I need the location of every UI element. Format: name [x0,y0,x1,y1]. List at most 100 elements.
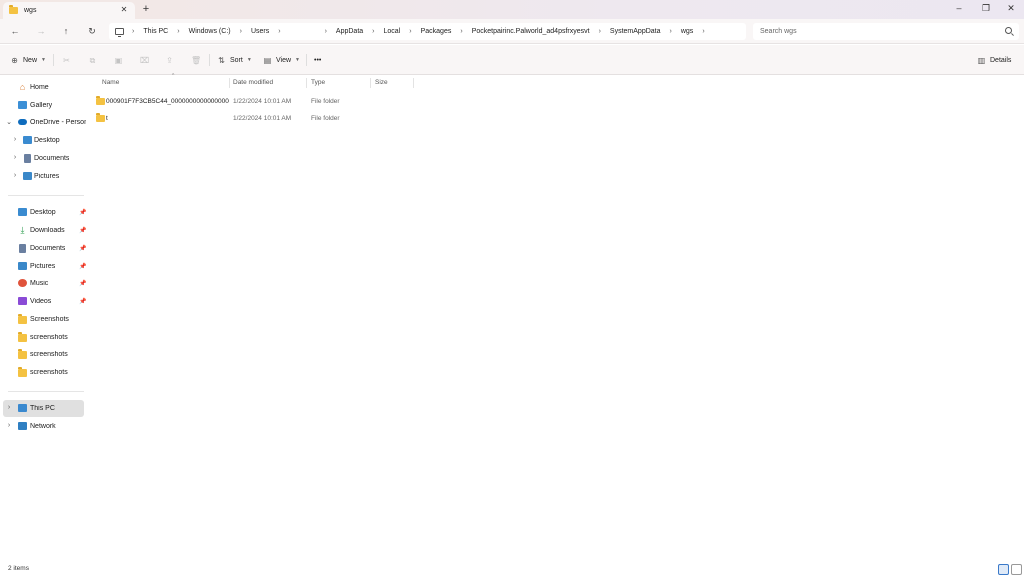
chevron-right-icon: › [177,28,180,35]
chevron-down-icon: ▼ [41,57,46,63]
column-header-name[interactable]: Name ^ [102,73,228,88]
forward-button[interactable]: → [34,24,48,38]
sidebar-item-label: Gallery [30,102,53,109]
sidebar-item-pictures[interactable]: Pictures 📌 [3,258,86,275]
close-window-button[interactable]: ✕ [1001,1,1021,15]
sidebar-item-gallery[interactable]: Gallery [3,97,84,114]
breadcrumb-local[interactable]: Local [384,28,401,35]
column-header-date-modified[interactable]: Date modified [233,76,305,88]
breadcrumb-systemappdata[interactable]: SystemAppData [610,28,661,35]
search-input[interactable]: Search wgs [760,28,797,35]
breadcrumb-users[interactable]: Users [251,28,269,35]
breadcrumb-appdata[interactable]: AppData [336,28,363,35]
search-box[interactable]: Search wgs [753,23,1019,40]
chevron-right-icon[interactable]: › [11,172,19,179]
sidebar-item-label: This PC [30,405,55,412]
delete-button[interactable]: 🗑 [191,53,204,67]
chevron-down-icon[interactable]: ⌄ [5,118,13,126]
tab-wgs[interactable]: wgs ✕ [3,2,135,19]
rename-button[interactable]: ⌧ [140,53,153,67]
new-button[interactable]: ⊕ New ▼ [10,53,46,67]
pin-icon[interactable]: 📌 [79,209,86,216]
details-pane-icon: ▥ [977,55,986,65]
toolbar-divider [209,54,210,66]
copy-icon: ⧉ [89,55,96,65]
column-divider[interactable] [413,78,414,88]
column-divider[interactable] [370,78,371,88]
sidebar-item-downloads[interactable]: ⤓ Downloads 📌 [3,222,87,239]
sort-button-label: Sort [230,56,243,64]
back-button[interactable]: ← [8,24,22,38]
chevron-right-icon: › [669,28,672,35]
sidebar-item-screenshots[interactable]: Screenshots [3,311,84,328]
close-tab-button[interactable]: ✕ [119,5,129,15]
details-pane-button[interactable]: ▥ Details [977,53,1012,67]
up-button[interactable]: ↑ [59,24,73,38]
sidebar-item-screenshots-4[interactable]: screenshots [3,364,84,381]
breadcrumb-windows-c[interactable]: Windows (C:) [189,28,231,35]
downloads-icon: ⤓ [20,225,25,235]
breadcrumb-palworld-package[interactable]: Pocketpairinc.Palworld_ad4psfrxyesvt [472,28,590,35]
sidebar-item-onedrive[interactable]: ⌄ OneDrive - Persona [3,114,86,131]
sort-button[interactable]: ⇅ Sort ▼ [217,53,252,67]
chevron-right-icon[interactable]: › [11,154,19,161]
sidebar-item-screenshots-2[interactable]: screenshots [3,329,84,346]
sidebar-item-onedrive-documents[interactable]: › Documents [3,150,84,167]
paste-button[interactable]: ▣ [114,53,127,67]
column-header-type[interactable]: Type [311,76,369,88]
table-row[interactable]: 000901F7F3CB5C44_000000000000000000... 1… [94,93,414,110]
column-header-label: Type [311,78,326,86]
pin-icon[interactable]: 📌 [79,263,86,270]
desktop-icon [18,208,27,216]
pin-icon[interactable]: 📌 [79,280,86,287]
breadcrumb-this-pc[interactable]: This PC [143,28,168,35]
chevron-right-icon[interactable]: › [5,422,13,429]
tiles-view-button[interactable] [1011,564,1022,575]
breadcrumb-packages[interactable]: Packages [421,28,452,35]
column-divider[interactable] [306,78,307,88]
sidebar-item-home[interactable]: ⌂ Home [3,79,84,96]
sidebar-item-onedrive-desktop[interactable]: › Desktop [3,132,84,149]
sidebar-item-network[interactable]: › Network [3,418,84,435]
chevron-right-icon: › [278,28,281,35]
home-icon: ⌂ [19,82,26,92]
cut-button[interactable]: ✂ [62,53,75,67]
sidebar-item-onedrive-pictures[interactable]: › Pictures [3,168,84,185]
sidebar-item-music[interactable]: Music 📌 [3,275,86,292]
file-name: 000901F7F3CB5C44_000000000000000000... [106,98,229,105]
chevron-right-icon: › [409,28,412,35]
navigation-bar: ← → ↑ ↻ › This PC › Windows (C:) › Users… [0,19,1024,44]
sidebar-item-label: Home [30,84,49,91]
chevron-right-icon: › [239,28,242,35]
pin-icon[interactable]: 📌 [79,298,86,305]
table-row[interactable]: t 1/22/2024 10:01 AM File folder [94,110,414,127]
sidebar-item-screenshots-3[interactable]: screenshots [3,346,84,363]
details-view-button[interactable] [998,564,1009,575]
chevron-right-icon[interactable]: › [5,404,13,411]
sidebar-item-desktop[interactable]: Desktop 📌 [3,204,86,221]
refresh-button[interactable]: ↻ [85,24,99,38]
sidebar-item-this-pc[interactable]: › This PC [3,400,84,417]
more-options-button[interactable]: ••• [314,53,321,67]
sort-ascending-icon: ^ [172,73,175,79]
breadcrumb-wgs[interactable]: wgs [681,28,693,35]
minimize-button[interactable]: – [949,1,969,15]
share-button[interactable]: ⇪ [165,53,178,67]
copy-button[interactable]: ⧉ [88,53,101,67]
column-header-size[interactable]: Size [375,76,413,88]
maximize-button[interactable]: ❐ [976,1,996,15]
sidebar-item-videos[interactable]: Videos 📌 [3,293,86,310]
column-divider[interactable] [229,78,230,88]
new-tab-button[interactable]: + [141,3,151,15]
file-date-modified: 1/22/2024 10:01 AM [233,115,292,122]
chevron-right-icon[interactable]: › [702,28,704,35]
file-type: File folder [311,115,340,122]
pin-icon[interactable]: 📌 [79,245,86,252]
view-button[interactable]: ▤ View ▼ [263,53,300,67]
sidebar-item-documents[interactable]: Documents 📌 [3,240,86,257]
address-bar[interactable]: › This PC › Windows (C:) › Users › › App… [109,23,746,40]
chevron-right-icon[interactable]: › [11,136,19,143]
sidebar-item-label: Downloads [30,227,65,234]
pin-icon[interactable]: 📌 [79,227,86,234]
command-bar: ⊕ New ▼ ✂ ⧉ ▣ ⌧ ⇪ 🗑 ⇅ Sort ▼ ▤ View ▼ ••… [0,45,1024,75]
